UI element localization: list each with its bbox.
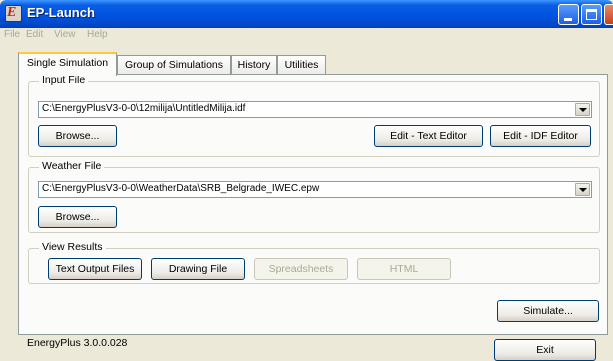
close-button[interactable]: [604, 4, 613, 25]
weather-file-dropdown-button[interactable]: [575, 183, 590, 196]
simulate-button[interactable]: Simulate...: [497, 300, 599, 322]
weather-browse-button[interactable]: Browse...: [38, 206, 117, 228]
edit-idf-editor-button[interactable]: Edit - IDF Editor: [490, 125, 591, 147]
html-button[interactable]: HTML: [357, 258, 451, 280]
chevron-down-icon: [579, 188, 587, 192]
tab-single-simulation[interactable]: Single Simulation: [18, 52, 117, 76]
weather-file-path: C:\EnergyPlusV3-0-0\WeatherData\SRB_Belg…: [42, 183, 320, 194]
tab-history[interactable]: History: [231, 55, 277, 74]
app-icon-letter: E: [7, 5, 17, 20]
input-file-combo[interactable]: C:\EnergyPlusV3-0-0\12milija\UntitledMil…: [38, 101, 592, 118]
window-title: EP-Launch: [27, 5, 95, 20]
weather-file-combo[interactable]: C:\EnergyPlusV3-0-0\WeatherData\SRB_Belg…: [38, 181, 592, 198]
exit-button[interactable]: Exit: [494, 339, 596, 361]
minimize-button[interactable]: [558, 4, 579, 25]
maximize-button[interactable]: [581, 4, 602, 25]
input-file-path: C:\EnergyPlusV3-0-0\12milija\UntitledMil…: [42, 103, 246, 114]
text-output-files-button[interactable]: Text Output Files: [48, 258, 142, 280]
title-bar[interactable]: E EP-Launch: [0, 0, 613, 28]
view-results-legend: View Results: [39, 241, 106, 253]
drawing-file-button[interactable]: Drawing File: [151, 258, 245, 280]
tab-group-of-simulations[interactable]: Group of Simulations: [117, 55, 231, 74]
menu-bar: File Edit View Help: [0, 28, 613, 46]
input-browse-button[interactable]: Browse...: [38, 125, 117, 147]
tab-utilities[interactable]: Utilities: [277, 55, 326, 74]
view-results-group: View Results Text Output Files Drawing F…: [28, 241, 600, 284]
spreadsheets-button[interactable]: Spreadsheets: [254, 258, 348, 280]
chevron-down-icon: [579, 108, 587, 112]
menu-help[interactable]: Help: [87, 29, 108, 40]
maximize-icon: [586, 9, 597, 20]
minimize-icon: [564, 18, 572, 21]
weather-file-group: Weather File C:\EnergyPlusV3-0-0\Weather…: [28, 160, 600, 233]
ep-app-icon[interactable]: E: [5, 5, 22, 22]
version-status: EnergyPlus 3.0.0.028: [27, 337, 128, 349]
menu-edit[interactable]: Edit: [26, 29, 43, 40]
weather-file-legend: Weather File: [39, 160, 105, 172]
input-file-dropdown-button[interactable]: [575, 103, 590, 116]
single-simulation-panel: Input File C:\EnergyPlusV3-0-0\12milija\…: [18, 74, 608, 335]
menu-file[interactable]: File: [4, 29, 20, 40]
edit-text-editor-button[interactable]: Edit - Text Editor: [374, 125, 483, 147]
menu-view[interactable]: View: [54, 29, 76, 40]
input-file-group: Input File C:\EnergyPlusV3-0-0\12milija\…: [28, 74, 600, 157]
